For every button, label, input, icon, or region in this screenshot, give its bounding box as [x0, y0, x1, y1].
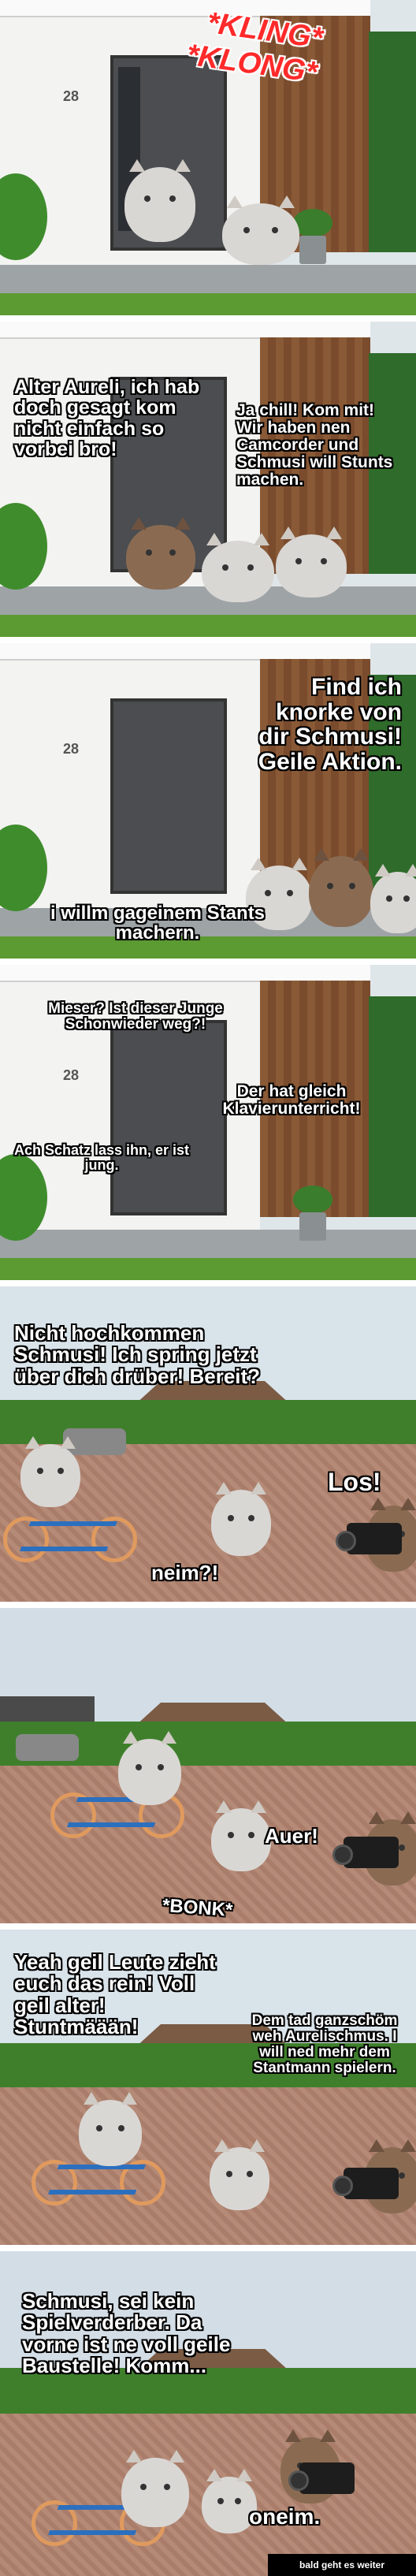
speech-right: Dem tad ganzschöm weh Aurelischmus. I wi…: [251, 2012, 398, 2076]
speech-bottom: neim?!: [151, 1561, 219, 1584]
panel-separator: [0, 1602, 416, 1608]
cat-schmusi: [202, 533, 274, 602]
panel-separator: [0, 1280, 416, 1286]
panel-7: Yeah geil Leute zieht euch das rein! Vol…: [0, 1930, 416, 2245]
panel-6: Auer! *BONK*: [0, 1608, 416, 1923]
cat-schmusi: [210, 2139, 269, 2210]
speech-right: Auer!: [265, 1824, 318, 1848]
cat-friend: [276, 527, 347, 597]
cat-schmusi: [211, 1482, 271, 1556]
bicycle: [3, 1501, 137, 1564]
cat-aureli: [126, 517, 195, 590]
panel-4: 28 Mieser? Ist dieser Junge Schonwieder …: [0, 965, 416, 1280]
camcorder: [336, 1523, 402, 1554]
speech-left: Schmusi, sei kein Spielverderber. Da vor…: [22, 2289, 231, 2377]
panel-separator: [0, 315, 416, 322]
cat-schmusi: [211, 1800, 271, 1871]
front-door: [110, 698, 227, 894]
speech-right: Los!: [328, 1468, 381, 1496]
cat-aureli: [121, 2450, 189, 2527]
camcorder: [332, 2168, 399, 2199]
speech-right: Ja chill! Kom mit! Wir haben nen Camcord…: [236, 401, 393, 490]
cat-aureli: [79, 2092, 142, 2166]
panel-separator: [0, 2245, 416, 2251]
speech-left: Alter Aureli, ich hab doch gesagt kom ni…: [14, 376, 200, 460]
cat-aureli: [222, 195, 299, 265]
panel-separator: [0, 959, 416, 965]
speech-top: Nicht hochkommen Schmusi! Ich spring jet…: [14, 1321, 261, 1388]
panel-2: Alter Aureli, ich hab doch gesagt kom ni…: [0, 322, 416, 637]
speech-top: Find ich knorke von dir Schmusi! Geile A…: [258, 674, 402, 775]
speech-top: Mieser? Ist dieser Junge Schonwieder weg…: [48, 1000, 223, 1033]
sound-bonk: *BONK*: [162, 1894, 234, 1922]
cat-aureli: [309, 848, 373, 927]
house-roof: [0, 0, 370, 17]
grass: [0, 1258, 416, 1280]
panel-8: Schmusi, sei kein Spielverderber. Da vor…: [0, 2251, 416, 2576]
house-number: 28: [63, 741, 80, 757]
grass: [0, 293, 416, 315]
continue-footer: bald geht es weiter: [268, 2554, 416, 2576]
cat-aureli: [20, 1436, 80, 1507]
speech-bottom: Ach Schatz lass ihn, er ist jung.: [13, 1142, 190, 1173]
house-roof: [0, 643, 370, 661]
panel-3: 28 Find ich knorke von dir Schmusi! Geil…: [0, 643, 416, 959]
cat-aureli: [118, 1731, 181, 1805]
cat-schmusi: [124, 159, 195, 242]
speech-bottom: i willm gageinem Stants machern.: [50, 903, 266, 944]
house-roof: [0, 965, 370, 982]
comic-strip: 28 *KLING* *KLONG* Alter Aureli, ich hab…: [0, 0, 416, 2576]
camcorder: [332, 1837, 399, 1868]
panel-5: Nicht hochkommen Schmusi! Ich spring jet…: [0, 1286, 416, 1602]
grass: [0, 615, 416, 637]
panel-separator: [0, 637, 416, 643]
house-number: 28: [63, 1067, 80, 1083]
speech-left: Yeah geil Leute zieht euch das rein! Vol…: [14, 1950, 216, 2038]
potted-plant: [293, 1186, 332, 1241]
camcorder: [288, 2462, 355, 2494]
hedge: [369, 32, 416, 252]
cat-friend: [370, 864, 416, 933]
speech-bottom: oneim.: [249, 2504, 321, 2529]
panel-1: 28 *KLING* *KLONG*: [0, 0, 416, 315]
house-number: 28: [63, 88, 80, 104]
parked-car: [16, 1734, 79, 1761]
speech-mid: Der hat gleich Klavierunterricht!: [222, 1082, 361, 1119]
house-roof: [0, 322, 370, 339]
panel-separator: [0, 1923, 416, 1930]
